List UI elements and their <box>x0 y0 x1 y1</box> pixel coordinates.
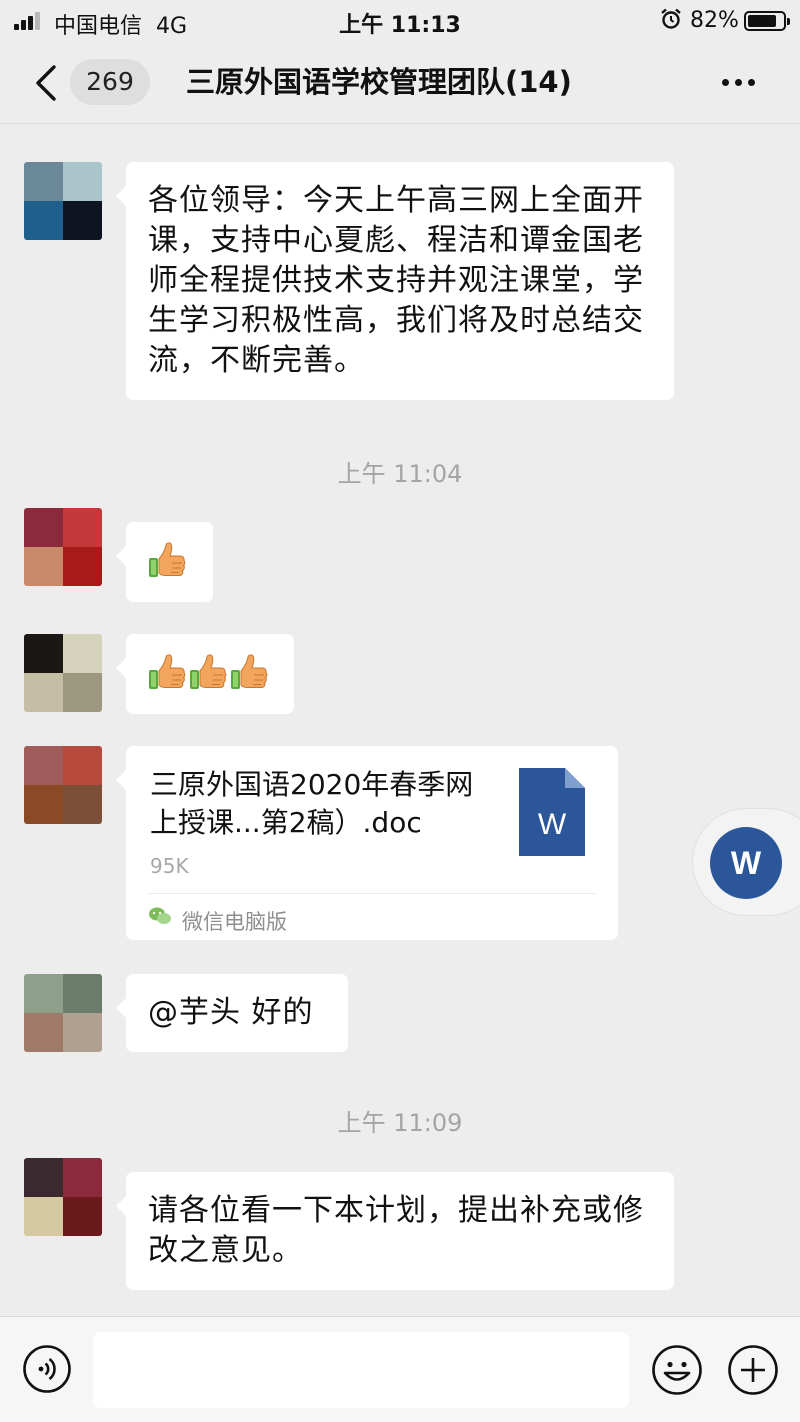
input-bar <box>0 1316 800 1422</box>
message-text: @芋头 好的 <box>148 995 314 1030</box>
emoji-message-bubble[interactable] <box>116 634 294 714</box>
thumbs-up-icon <box>189 653 227 693</box>
file-message-card[interactable]: 三原外国语2020年春季网上授课...第2稿）.doc 95K W 微信电脑版 <box>116 746 618 940</box>
avatar[interactable] <box>24 508 102 586</box>
message-input[interactable] <box>93 1332 629 1408</box>
file-source-label: 微信电脑版 <box>182 910 287 934</box>
thumbs-up-icon <box>148 653 186 693</box>
more-options-icon[interactable] <box>716 70 760 94</box>
avatar[interactable] <box>24 162 102 240</box>
chat-title: 三原外国语学校管理团队(14) <box>186 65 572 99</box>
voice-input-icon[interactable] <box>22 1344 72 1394</box>
status-bar: 中国电信 4G 上午 11:13 82% <box>0 0 800 42</box>
word-document-icon: W <box>519 768 585 856</box>
avatar[interactable] <box>24 974 102 1052</box>
avatar[interactable] <box>24 746 102 824</box>
wechat-icon <box>149 907 171 924</box>
message-bubble[interactable]: @芋头 好的 <box>116 974 348 1052</box>
battery-percent: 82% <box>690 8 739 33</box>
message-bubble[interactable]: 各位领导：今天上午高三网上全面开课，支持中心夏彪、程洁和谭金国老师全程提供技术支… <box>116 162 674 400</box>
file-name: 三原外国语2020年春季网上授课...第2稿）.doc <box>150 768 474 839</box>
back-chevron-icon[interactable] <box>30 64 64 102</box>
word-icon-letter: W <box>538 808 567 841</box>
message-timestamp: 上午 11:04 <box>337 460 463 488</box>
thumbs-up-icon <box>230 653 268 693</box>
floating-document-window[interactable]: W <box>692 808 800 916</box>
message-bubble[interactable]: 请各位看一下本计划，提出补充或修改之意见。 <box>116 1172 674 1290</box>
emoji-icon[interactable] <box>651 1344 703 1396</box>
message-text: 请各位看一下本计划，提出补充或修改之意见。 <box>148 1193 644 1268</box>
plus-icon[interactable] <box>727 1344 779 1396</box>
emoji-message-bubble[interactable] <box>116 522 213 602</box>
message-text: 各位领导：今天上午高三网上全面开课，支持中心夏彪、程洁和谭金国老师全程提供技术支… <box>148 183 644 378</box>
unread-count-badge[interactable]: 269 <box>70 59 150 105</box>
thumbs-up-icon <box>148 541 186 581</box>
word-document-icon: W <box>710 827 782 899</box>
file-size: 95K <box>150 854 189 878</box>
file-card-divider <box>148 893 596 894</box>
message-timestamp: 上午 11:09 <box>337 1109 463 1137</box>
chat-header: 269 三原外国语学校管理团队(14) <box>0 42 800 124</box>
avatar[interactable] <box>24 634 102 712</box>
avatar[interactable] <box>24 1158 102 1236</box>
alarm-icon <box>661 8 681 29</box>
battery-icon <box>744 11 790 31</box>
